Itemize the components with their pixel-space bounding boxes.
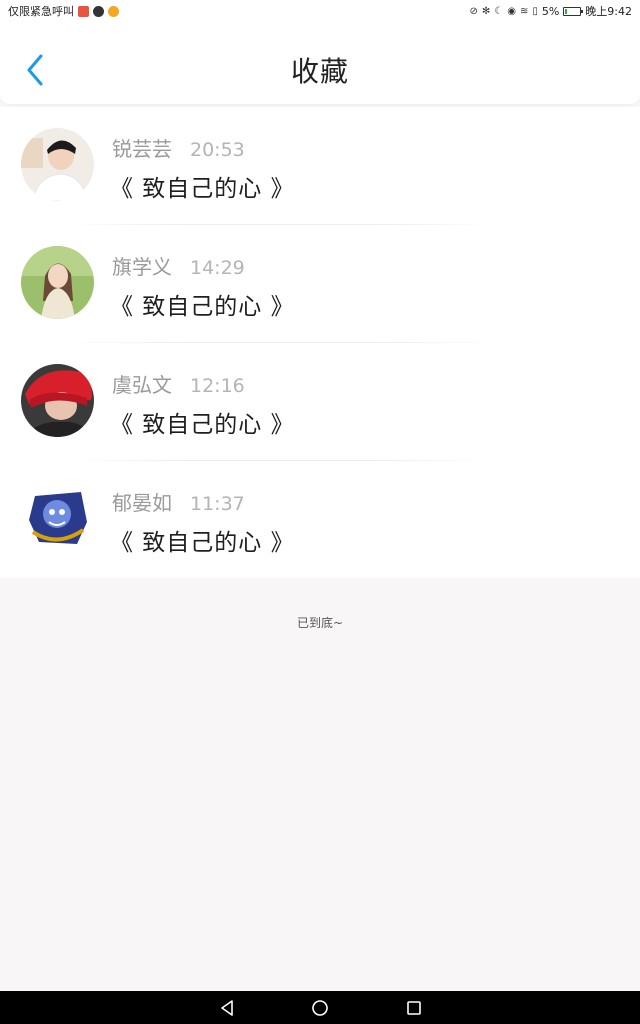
status-left: 仅限紧急呼叫 bbox=[8, 3, 119, 19]
item-meta: 旗学义 14:29 bbox=[112, 251, 245, 280]
avatar bbox=[21, 482, 94, 555]
home-circle-icon[interactable] bbox=[311, 999, 329, 1017]
user-name: 虞弘文 bbox=[112, 373, 172, 397]
eye-icon: ◉ bbox=[507, 5, 516, 17]
avatar bbox=[21, 128, 94, 201]
status-bar: 仅限紧急呼叫 ⊘ ✻ ☾ ◉ ≋ ▯ 5% 晚上9:42 bbox=[0, 0, 640, 22]
list-item[interactable]: 郁晏如 11:37 《 致自己的心 》 bbox=[0, 461, 640, 579]
status-right: ⊘ ✻ ☾ ◉ ≋ ▯ 5% 晚上9:42 bbox=[469, 3, 632, 19]
clock: 晚上9:42 bbox=[585, 5, 632, 18]
recents-square-icon[interactable] bbox=[405, 999, 423, 1017]
battery-icon bbox=[563, 6, 584, 16]
avatar bbox=[21, 364, 94, 437]
timestamp: 11:37 bbox=[190, 493, 245, 515]
timestamp: 20:53 bbox=[190, 139, 245, 161]
system-nav-bar bbox=[0, 991, 640, 1024]
list-item[interactable]: 锐芸芸 20:53 《 致自己的心 》 bbox=[0, 107, 640, 225]
timestamp: 14:29 bbox=[190, 257, 245, 279]
notification-weibo-icon bbox=[108, 5, 119, 17]
page-title: 收藏 bbox=[290, 55, 349, 88]
no-disturb-icon: ⊘ bbox=[469, 5, 478, 17]
avatar bbox=[21, 246, 94, 319]
item-title: 《 致自己的心 》 bbox=[110, 412, 295, 438]
user-name: 郁晏如 bbox=[112, 491, 172, 515]
bluetooth-icon: ✻ bbox=[481, 5, 491, 17]
moon-icon: ☾ bbox=[494, 5, 504, 17]
carrier-text: 仅限紧急呼叫 bbox=[8, 5, 74, 18]
user-name: 锐芸芸 bbox=[112, 137, 172, 161]
notification-face-icon bbox=[93, 5, 104, 17]
item-meta: 虞弘文 12:16 bbox=[112, 369, 245, 398]
timestamp: 12:16 bbox=[190, 375, 245, 397]
list-item[interactable]: 旗学义 14:29 《 致自己的心 》 bbox=[0, 225, 640, 343]
back-triangle-icon[interactable] bbox=[218, 999, 236, 1017]
item-meta: 锐芸芸 20:53 bbox=[112, 133, 245, 162]
item-title: 《 致自己的心 》 bbox=[110, 176, 295, 202]
notification-app-icon bbox=[78, 5, 89, 17]
sim-icon: ▯ bbox=[532, 5, 538, 17]
favorites-list: 锐芸芸 20:53 《 致自己的心 》 旗学义 14:29 《 致自己的心 》 bbox=[0, 107, 640, 578]
item-meta: 郁晏如 11:37 bbox=[112, 487, 245, 516]
item-title: 《 致自己的心 》 bbox=[110, 530, 295, 556]
item-title: 《 致自己的心 》 bbox=[110, 294, 295, 320]
battery-percent: 5% bbox=[541, 4, 560, 18]
header: 收藏 bbox=[0, 22, 640, 104]
list-item[interactable]: 虞弘文 12:16 《 致自己的心 》 bbox=[0, 343, 640, 461]
user-name: 旗学义 bbox=[112, 255, 172, 279]
end-of-list-text: 已到底~ bbox=[296, 616, 344, 630]
wifi-icon: ≋ bbox=[519, 5, 529, 17]
